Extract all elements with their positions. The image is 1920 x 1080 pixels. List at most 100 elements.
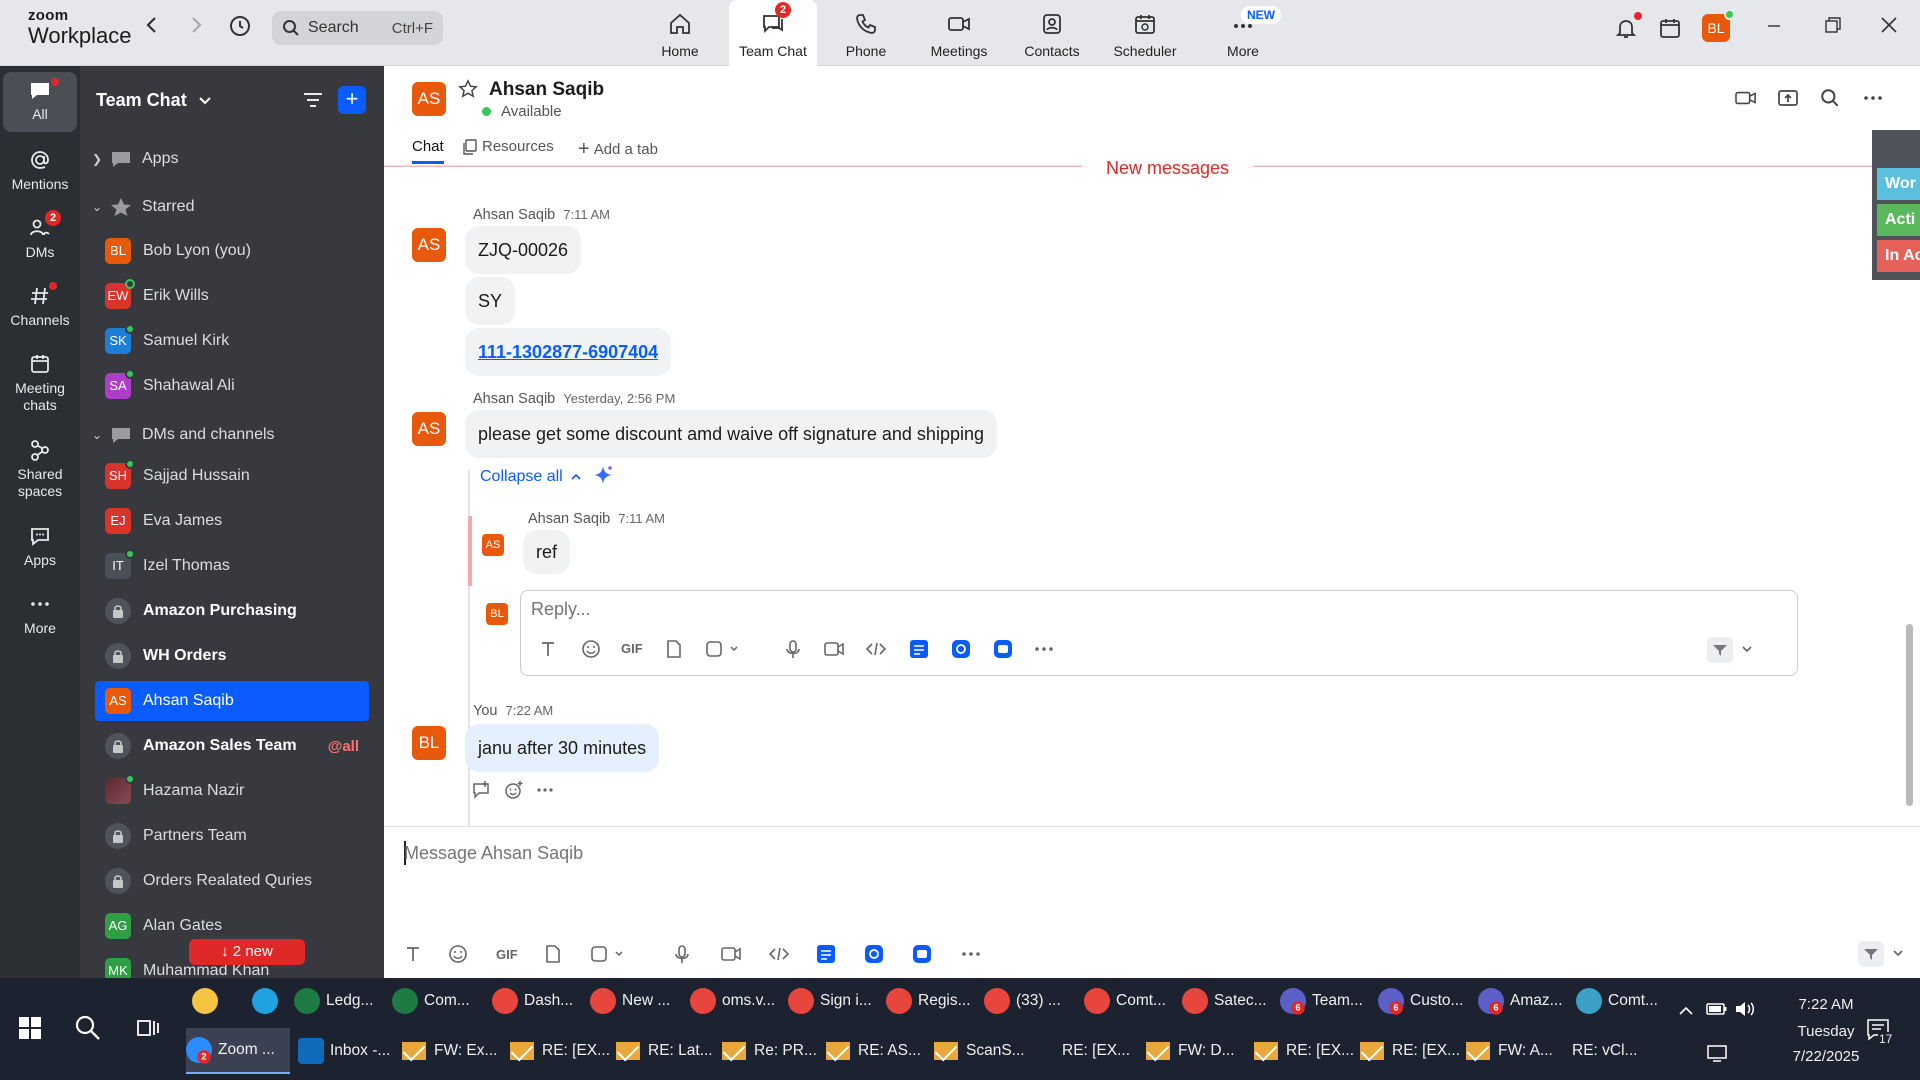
contact-avatar[interactable]: AS [412,82,446,116]
sidebar-item-izel-thomas[interactable]: IT Izel Thomas [95,546,369,586]
sidebar-item-eva-james[interactable]: EJ Eva James [95,501,369,541]
sidebar-item-erik-wills[interactable]: EW Erik Wills [95,276,369,316]
video-message-icon[interactable] [720,944,742,969]
send-icon[interactable] [1707,637,1733,668]
taskbar-window-0[interactable]: 2 Zoom ... [186,1028,290,1074]
sidebar-item-orders-realated-quries[interactable]: Orders Realated Quries [95,861,369,901]
emoji-icon[interactable] [448,944,468,969]
new-chat-button[interactable]: + [338,86,366,114]
taskbar-app-chrome[interactable]: Sign i... [788,978,876,1024]
taskbar-window-2[interactable]: FW: Ex... [402,1028,502,1074]
tab-more[interactable]: NEW More [1199,0,1287,66]
collapse-all-link[interactable]: Collapse all [480,468,581,486]
taskbar-app-teams[interactable]: 6 Amaz... [1478,978,1566,1024]
taskbar-app-app[interactable]: Comt... [1576,978,1664,1024]
rail-item-apps[interactable]: Apps [3,524,77,569]
tab-team-chat[interactable]: 2 Team Chat [729,0,817,66]
notification-bell-icon[interactable] [1614,12,1642,46]
tray-chevron-up-icon[interactable] [1678,1004,1694,1021]
taskbar-app-file-explorer[interactable] [192,978,232,1024]
taskbar-window-4[interactable]: RE: Lat... [616,1028,716,1074]
search-in-chat-icon[interactable] [1820,88,1840,113]
tab-meetings[interactable]: Meetings [915,0,1003,66]
filter-icon[interactable] [302,90,324,115]
file-icon[interactable] [544,944,562,969]
taskbar-app-chrome[interactable]: New ... [590,978,678,1024]
taskbar-app-chrome[interactable]: Comt... [1084,978,1172,1024]
screenshot-icon[interactable] [705,639,739,664]
message-bubble[interactable]: please get some discount amd waive off s… [465,410,997,458]
section-starred[interactable]: ⌄ Starred [80,187,384,227]
status-tag[interactable]: In Ac [1877,240,1920,272]
tab-chat[interactable]: Chat [412,138,444,164]
share-screen-icon[interactable] [1777,88,1799,113]
more-tools-icon[interactable] [1033,639,1055,664]
tab-resources[interactable]: Resources [462,138,554,155]
message-avatar[interactable]: AS [412,228,446,262]
status-tag[interactable]: Acti [1877,204,1920,236]
search-box[interactable]: Search Ctrl+F [272,11,443,45]
sidebar-item-shahawal-ali[interactable]: SA Shahawal Ali [95,366,369,406]
sidebar-item-hazama-nazir[interactable]: Hazama Nazir [95,771,369,811]
taskbar-app-teams[interactable]: 6 Custo... [1378,978,1466,1024]
video-message-icon[interactable] [823,639,845,664]
message-link[interactable]: 111-1302877-6907404 [465,328,672,376]
thread-reply-box[interactable]: GIF [520,590,1798,676]
message-bubble[interactable]: ZJQ-00026 [465,226,582,274]
sidebar-item-sajjad-hussain[interactable]: SH Sajjad Hussain [95,456,369,496]
tab-contacts[interactable]: Contacts [1008,0,1096,66]
text-format-icon[interactable] [539,640,557,663]
contact-name[interactable]: Ahsan Saqib [489,79,604,101]
app-integration-icon[interactable] [993,639,1013,664]
app-integration-icon[interactable] [912,944,932,969]
taskbar-window-6[interactable]: RE: AS... [826,1028,926,1074]
app-integration-icon[interactable] [909,639,929,664]
taskbar-window-1[interactable]: Inbox -... [298,1028,398,1074]
app-integration-icon[interactable] [816,944,836,969]
my-message-bubble[interactable]: janu after 30 minutes [465,724,660,772]
star-icon[interactable] [458,79,478,104]
close-window-icon[interactable] [1880,16,1898,40]
reply-thread-icon[interactable] [472,780,492,805]
rail-item-all[interactable]: All [3,72,77,132]
taskbar-app-edge[interactable] [252,978,292,1024]
file-icon[interactable] [665,639,683,664]
send-icon[interactable] [1858,941,1884,972]
taskbar-search-icon[interactable] [74,1014,102,1047]
tab-scheduler[interactable]: Scheduler [1101,0,1189,66]
taskbar-window-5[interactable]: Re: PR... [722,1028,822,1074]
code-snippet-icon[interactable] [768,944,790,969]
thread-reply-bubble[interactable]: ref [523,530,571,574]
message-bubble[interactable]: SY [465,277,516,325]
calendar-shortcut-icon[interactable] [1658,16,1682,46]
minimize-icon[interactable] [1766,12,1782,38]
battery-icon[interactable] [1706,1000,1728,1022]
more-tools-icon[interactable] [960,944,982,969]
message-avatar[interactable]: AS [412,412,446,446]
taskbar-window-3[interactable]: RE: [EX... [510,1028,610,1074]
taskbar-app-chrome[interactable]: Regis... [886,978,974,1024]
back-arrow-icon[interactable] [144,14,160,42]
taskbar-window-12[interactable]: FW: A... [1466,1028,1566,1074]
video-call-icon[interactable] [1734,88,1758,113]
rail-item-more[interactable]: More [3,592,77,637]
taskbar-window-10[interactable]: RE: [EX... [1254,1028,1354,1074]
windows-start-icon[interactable] [18,1016,42,1045]
tab-home[interactable]: Home [636,0,724,66]
app-integration-icon[interactable] [864,944,884,969]
thread-reply-input[interactable] [531,599,1131,620]
taskbar-app-chrome[interactable]: oms.v... [690,978,778,1024]
gif-icon[interactable]: GIF [496,947,518,962]
taskbar-app-chrome[interactable]: Satec... [1182,978,1270,1024]
gif-icon[interactable]: GIF [621,641,643,656]
sidebar-item-bob-lyon[interactable]: BL Bob Lyon (you) [95,231,369,271]
notification-center-icon[interactable]: 17 [1866,1018,1894,1046]
status-tag[interactable]: Wor [1877,168,1920,200]
section-dms-and-channels[interactable]: ⌄ DMs and channels [80,415,384,455]
sidebar-item-wh-orders[interactable]: WH Orders [95,636,369,676]
screenshot-icon[interactable] [590,944,624,969]
taskbar-app-chrome[interactable]: Dash... [492,978,580,1024]
network-icon[interactable] [1706,1044,1728,1066]
sidebar-item-samuel-kirk[interactable]: SK Samuel Kirk [95,321,369,361]
more-options-icon[interactable] [1862,88,1884,113]
